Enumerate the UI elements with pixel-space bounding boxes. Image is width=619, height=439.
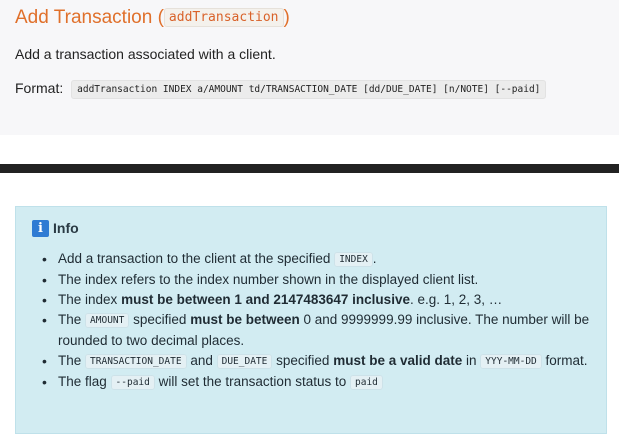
- heading-paren-open: (: [157, 7, 164, 28]
- info-item-text: The: [58, 312, 82, 327]
- transaction-date-code: TRANSACTION_DATE: [85, 354, 187, 369]
- info-item-text: Add a transaction to the client at the s…: [58, 251, 331, 266]
- format-label: Format:: [15, 80, 64, 96]
- info-item-text: .: [372, 251, 377, 266]
- info-item-text: and: [190, 353, 213, 368]
- command-description: Add a transaction associated with a clie…: [15, 46, 276, 62]
- info-item-text: specified: [276, 353, 330, 368]
- info-list: Add a transaction to the client at the s…: [38, 249, 598, 393]
- heading-command-code: addTransaction: [163, 8, 284, 27]
- format-line: Format: addTransaction INDEX a/AMOUNT td…: [15, 80, 547, 99]
- info-item-text: format.: [545, 353, 588, 368]
- command-section: Add Transaction (addTransaction) Add a t…: [0, 0, 619, 135]
- info-item-6: The flag --paid will set the transaction…: [38, 372, 598, 393]
- info-item-text: The flag: [58, 374, 107, 389]
- info-item-text: . e.g. 1, 2, 3, …: [409, 292, 503, 307]
- info-item-bold: must be between: [190, 312, 300, 327]
- info-box: i Info Add a transaction to the client a…: [15, 206, 607, 434]
- info-item-text: in: [466, 353, 477, 368]
- heading-paren-close: ): [283, 7, 290, 28]
- heading-text: Add Transaction: [15, 7, 153, 28]
- info-item-4: The AMOUNT specified must be between 0 a…: [38, 310, 598, 351]
- paid-status-code: paid: [350, 375, 383, 390]
- amount-code: AMOUNT: [85, 313, 130, 328]
- info-item-text: specified: [133, 312, 187, 327]
- format-code: addTransaction INDEX a/AMOUNT td/TRANSAC…: [71, 80, 547, 99]
- info-item-1: Add a transaction to the client at the s…: [38, 249, 598, 270]
- info-item-2: The index refers to the index number sho…: [38, 270, 598, 290]
- info-item-5: The TRANSACTION_DATE and DUE_DATE specif…: [38, 351, 598, 372]
- section-divider: [0, 164, 619, 173]
- index-code: INDEX: [334, 252, 373, 267]
- paid-flag-code: --paid: [110, 375, 155, 390]
- info-title: i Info: [32, 219, 79, 237]
- date-format-code: YYY-MM-DD: [480, 354, 542, 369]
- info-item-text: will set the transaction status to: [158, 374, 347, 389]
- due-date-code: DUE_DATE: [216, 354, 273, 369]
- info-icon: i: [32, 219, 49, 237]
- info-item-bold: must be a valid date: [333, 353, 463, 368]
- section-heading: Add Transaction (addTransaction): [15, 7, 290, 29]
- info-label: Info: [53, 220, 79, 236]
- info-item-text: The: [58, 353, 82, 368]
- info-item-text: The index refers to the index number sho…: [58, 272, 479, 287]
- info-item-3: The index must be between 1 and 21474836…: [38, 290, 598, 310]
- info-item-bold: must be between 1 and 2147483647 inclusi…: [121, 292, 410, 307]
- info-item-text: The index: [58, 292, 118, 307]
